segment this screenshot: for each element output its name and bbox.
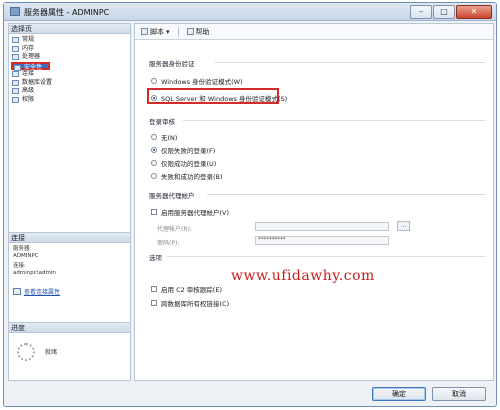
radio-button bbox=[151, 95, 157, 101]
auth-group-rule bbox=[215, 62, 485, 63]
checkbox bbox=[151, 286, 157, 292]
options-group-label: 选项 bbox=[149, 254, 162, 262]
browse-button[interactable]: ... bbox=[397, 221, 410, 231]
server-label: 服务器: bbox=[13, 246, 32, 252]
page-icon bbox=[12, 96, 19, 103]
login-audit-rule bbox=[183, 120, 485, 121]
dialog-footer: 确定 取消 bbox=[4, 383, 496, 407]
page-item-permissions[interactable]: 权限 bbox=[9, 96, 130, 105]
checkbox bbox=[151, 300, 157, 306]
audit-option-label: 仅限失败的登录(F) bbox=[161, 147, 216, 155]
proxy-enable-label: 启用服务器代理帐户(V) bbox=[161, 209, 230, 217]
audit-success-radio[interactable]: 仅限成功的登录(U) bbox=[151, 158, 216, 168]
c2-audit-label: 启用 C2 审核跟踪(E) bbox=[161, 286, 222, 294]
audit-none-radio[interactable]: 无(N) bbox=[151, 132, 177, 142]
cancel-button[interactable]: 取消 bbox=[432, 387, 486, 401]
maximize-button[interactable]: □ bbox=[433, 5, 455, 19]
auth-mixed-label: SQL Server 和 Windows 身份验证模式(S) bbox=[161, 95, 288, 103]
progress-section: 进度 就绪 bbox=[9, 322, 130, 380]
c2-audit-checkbox[interactable]: 启用 C2 审核跟踪(E) bbox=[151, 284, 222, 294]
page-item-label: 高级 bbox=[22, 87, 35, 94]
radio-button bbox=[151, 78, 157, 84]
page-item-label: 内存 bbox=[22, 44, 35, 52]
page-item-general[interactable]: 常规 bbox=[9, 36, 130, 45]
toolbar: 脚本 ▾ 帮助 bbox=[135, 24, 493, 40]
page-item-label: 常规 bbox=[22, 36, 35, 43]
security-page-panel: 脚本 ▾ 帮助 服务器身份验证 Windows 身份验证模式(W) SQL Se… bbox=[134, 23, 494, 381]
view-connection-properties-link[interactable]: 查看连接属性 bbox=[9, 287, 130, 296]
audit-both-radio[interactable]: 失败和成功的登录(B) bbox=[151, 171, 223, 181]
radio-button bbox=[151, 173, 157, 179]
page-item-label: 连接 bbox=[22, 70, 35, 77]
proxy-password-input[interactable]: ********** bbox=[255, 236, 389, 245]
cross-db-chain-label: 跨数据库所有权链接(C) bbox=[161, 300, 230, 308]
proxy-password-label: 密码(P): bbox=[157, 240, 180, 247]
select-page-header: 选择页 bbox=[9, 24, 130, 34]
proxy-enable-checkbox[interactable]: 启用服务器代理帐户(V) bbox=[151, 207, 229, 217]
help-icon bbox=[186, 28, 194, 35]
audit-option-label: 失败和成功的登录(B) bbox=[161, 173, 223, 181]
page-icon bbox=[12, 54, 19, 60]
page-item-memory[interactable]: 内存 bbox=[9, 45, 130, 54]
view-connection-properties-label: 查看连接属性 bbox=[24, 289, 61, 296]
page-item-advanced[interactable]: 高级 bbox=[9, 87, 130, 96]
page-item-security[interactable]: 安全性 bbox=[11, 61, 50, 71]
select-page-section: 选择页 常规 内存 处理器 安全性 连接 数据库设置 高级 权限 bbox=[9, 24, 130, 232]
proxy-account-input[interactable] bbox=[255, 222, 389, 231]
checkbox bbox=[151, 209, 157, 215]
connection-value: adminpc\admin bbox=[13, 270, 56, 276]
page-icon bbox=[12, 71, 19, 77]
page-icon bbox=[12, 88, 19, 94]
page-item-label: 权限 bbox=[22, 95, 35, 103]
cross-db-chain-checkbox[interactable]: 跨数据库所有权链接(C) bbox=[151, 298, 229, 308]
progress-header: 进度 bbox=[9, 323, 130, 333]
auth-group-label: 服务器身份验证 bbox=[149, 60, 195, 68]
watermark: www.ufidawhy.com bbox=[231, 268, 375, 284]
login-audit-label: 登录审核 bbox=[149, 118, 175, 126]
script-button[interactable]: 脚本 ▾ bbox=[141, 27, 170, 37]
script-icon bbox=[141, 28, 148, 35]
help-label: 帮助 bbox=[195, 27, 210, 36]
connection-label: 连接: bbox=[13, 263, 26, 269]
audit-option-label: 仅限成功的登录(U) bbox=[161, 160, 217, 168]
page-item-database-settings[interactable]: 数据库设置 bbox=[9, 79, 130, 88]
proxy-group-rule bbox=[207, 194, 485, 195]
auth-windows-radio[interactable]: Windows 身份验证模式(W) bbox=[151, 76, 243, 86]
toolbar-separator bbox=[177, 26, 179, 37]
auth-mixed-radio[interactable]: SQL Server 和 Windows 身份验证模式(S) bbox=[151, 93, 287, 103]
left-panel: 选择页 常规 内存 处理器 安全性 连接 数据库设置 高级 权限 连接 服务器:… bbox=[8, 23, 131, 381]
server-value: ADMINPC bbox=[13, 253, 39, 259]
server-properties-window: 服务器属性 - ADMINPC – □ ✕ 选择页 常规 内存 处理器 安全性 … bbox=[3, 2, 497, 407]
window-title: 服务器属性 - ADMINPC bbox=[24, 8, 110, 17]
page-item-label: 处理器 bbox=[22, 53, 41, 60]
options-group-rule bbox=[167, 256, 485, 257]
proxy-account-label: 代理帐户(R): bbox=[157, 226, 192, 233]
script-label: 脚本 bbox=[150, 27, 164, 36]
progress-spinner-icon bbox=[17, 343, 35, 361]
help-button[interactable]: 帮助 bbox=[186, 27, 210, 37]
radio-button bbox=[151, 160, 157, 166]
page-icon bbox=[12, 37, 19, 43]
radio-button bbox=[151, 147, 157, 153]
window-controls: – □ ✕ bbox=[410, 5, 492, 19]
page-item-connections[interactable]: 连接 bbox=[9, 70, 130, 79]
progress-status: 就绪 bbox=[45, 349, 58, 356]
properties-icon bbox=[13, 288, 21, 295]
window-app-icon bbox=[10, 7, 20, 16]
audit-failed-radio[interactable]: 仅限失败的登录(F) bbox=[151, 145, 215, 155]
page-item-label: 数据库设置 bbox=[22, 78, 53, 86]
proxy-group-label: 服务器代理帐户 bbox=[149, 192, 195, 200]
page-icon bbox=[12, 45, 19, 52]
minimize-button[interactable]: – bbox=[410, 5, 432, 19]
ok-button[interactable]: 确定 bbox=[372, 387, 426, 401]
page-icon bbox=[12, 79, 19, 86]
page-item-processors[interactable]: 处理器 bbox=[9, 53, 130, 62]
auth-windows-label: Windows 身份验证模式(W) bbox=[161, 78, 243, 86]
radio-button bbox=[151, 134, 157, 140]
chevron-down-icon: ▾ bbox=[166, 27, 170, 36]
title-bar[interactable]: 服务器属性 - ADMINPC – □ ✕ bbox=[4, 3, 496, 21]
audit-option-label: 无(N) bbox=[161, 134, 178, 142]
close-button[interactable]: ✕ bbox=[456, 5, 492, 19]
connection-header: 连接 bbox=[9, 233, 130, 243]
